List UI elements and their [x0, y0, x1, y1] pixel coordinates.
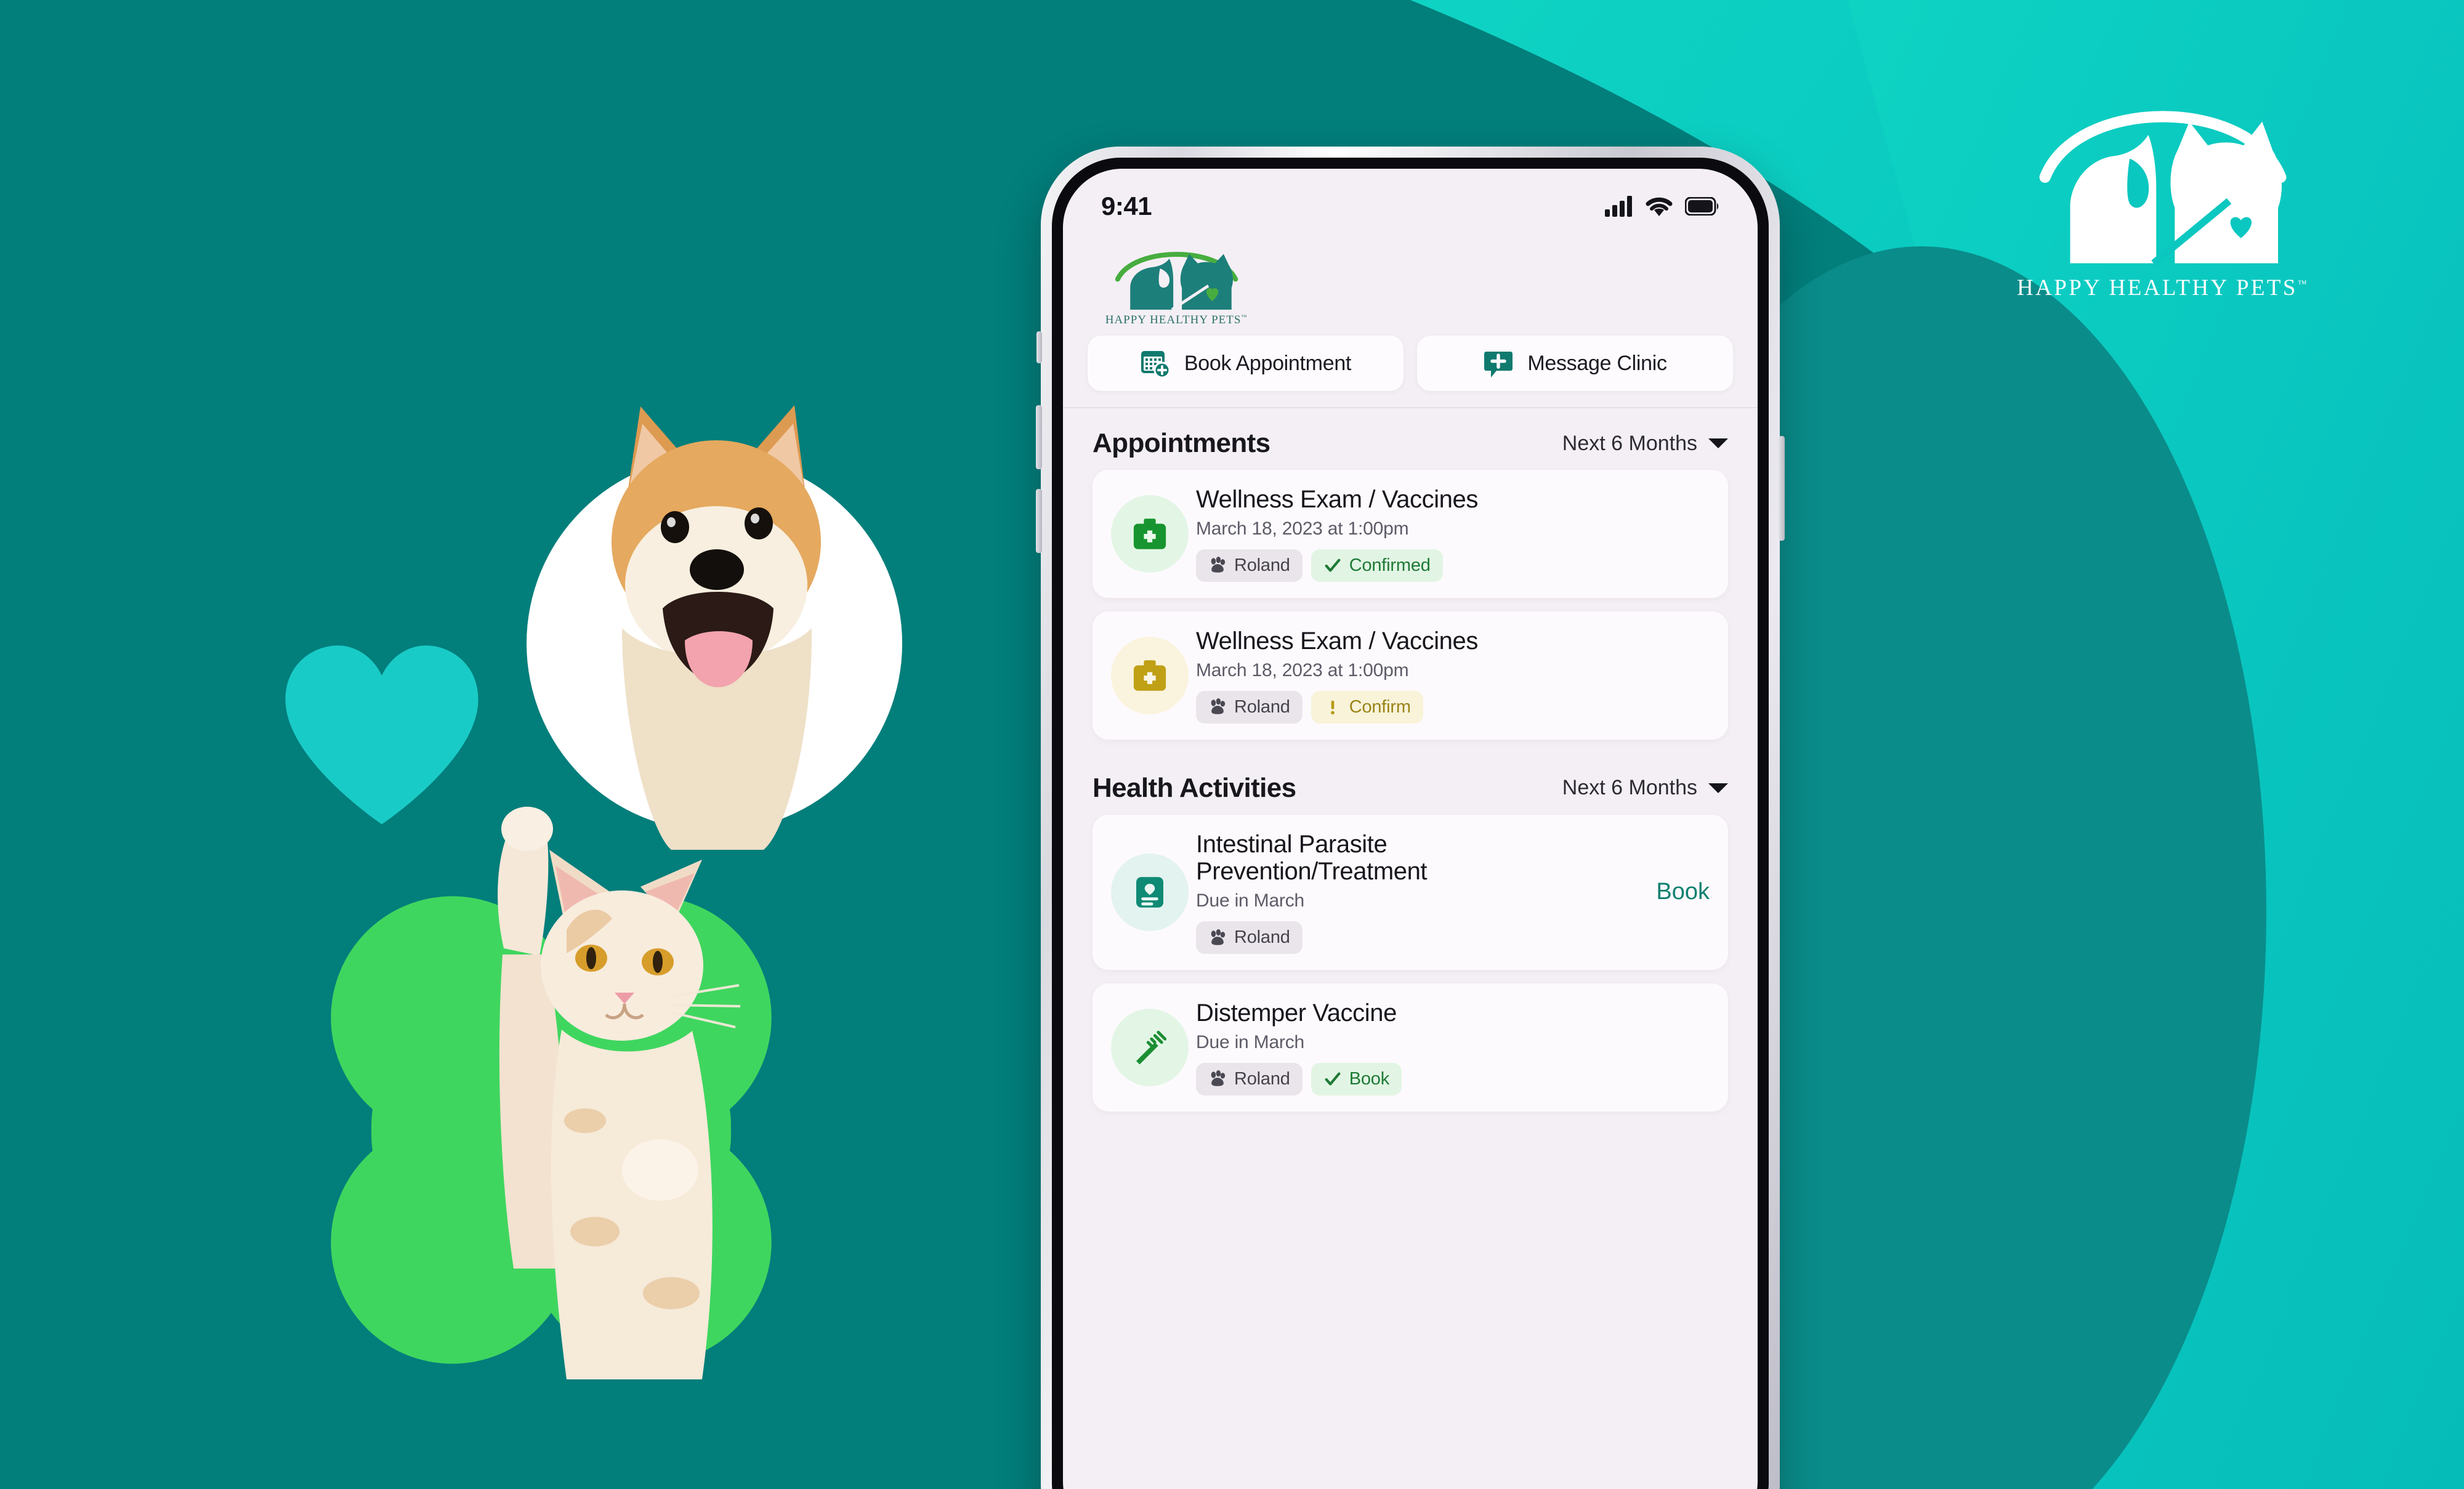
pet-chip-label: Roland	[1234, 696, 1290, 717]
message-clinic-label: Message Clinic	[1527, 351, 1667, 375]
appointment-card[interactable]: Wellness Exam / Vaccines March 18, 2023 …	[1093, 611, 1728, 740]
cat-photo	[498, 807, 741, 1379]
appointments-filter-dropdown[interactable]: Next 6 Months	[1562, 432, 1728, 456]
health-activity-chips: Roland Book	[1196, 1062, 1710, 1096]
cellular-signal-icon	[1605, 196, 1632, 217]
paw-icon	[1211, 929, 1226, 945]
health-activity-card[interactable]: Intestinal Parasite Prevention/Treatment…	[1093, 814, 1728, 970]
status-chip[interactable]: Book	[1311, 1062, 1402, 1096]
pet-chip[interactable]: Roland	[1196, 690, 1303, 724]
message-clinic-button[interactable]: Message Clinic	[1417, 336, 1733, 391]
appointment-datetime: March 18, 2023 at 1:00pm	[1196, 660, 1409, 680]
phone-screen: 9:41 HAPPY HEALTHY PETS™ Book Appointmen…	[1063, 169, 1758, 1489]
pet-chip[interactable]: Roland	[1196, 921, 1303, 954]
health-activity-chips: Roland	[1196, 921, 1645, 954]
health-activities-filter-dropdown[interactable]: Next 6 Months	[1562, 776, 1728, 800]
message-plus-icon	[1484, 352, 1513, 377]
health-activity-title: Distemper Vaccine	[1196, 999, 1397, 1027]
medical-kit-icon	[1133, 660, 1166, 691]
book-appointment-label: Book Appointment	[1184, 351, 1352, 375]
battery-icon	[1685, 197, 1719, 216]
status-bar: 9:41	[1063, 169, 1758, 228]
phone-mute-switch[interactable]	[1036, 331, 1042, 363]
appointment-icon-wrap	[1111, 636, 1189, 714]
phone-top-antenna	[1399, 148, 1421, 155]
health-activity-icon-wrap	[1111, 853, 1189, 931]
status-chip-label: Confirm	[1349, 696, 1411, 717]
pet-chip[interactable]: Roland	[1196, 549, 1303, 582]
health-activities-filter-label: Next 6 Months	[1562, 776, 1697, 800]
pet-chip-label: Roland	[1234, 555, 1290, 575]
health-activity-title: Intestinal Parasite Prevention/Treatment	[1196, 830, 1428, 886]
appointment-datetime: March 18, 2023 at 1:00pm	[1196, 518, 1409, 539]
app-logo-icon	[1115, 252, 1238, 311]
dog-photo	[527, 405, 902, 850]
paw-icon	[1211, 698, 1226, 714]
status-icons	[1605, 196, 1719, 217]
health-activity-body: Intestinal Parasite Prevention/Treatment…	[1189, 831, 1645, 954]
chevron-down-icon	[1708, 438, 1728, 448]
pet-chip[interactable]: Roland	[1196, 1062, 1303, 1096]
health-activity-due: Due in March	[1196, 890, 1305, 911]
appointment-card[interactable]: Wellness Exam / Vaccines March 18, 2023 …	[1093, 470, 1728, 598]
health-activities-title: Health Activities	[1093, 772, 1296, 803]
appointment-body: Wellness Exam / Vaccines March 18, 2023 …	[1189, 486, 1710, 582]
appointment-title: Wellness Exam / Vaccines	[1196, 627, 1478, 655]
quick-actions-row: Book Appointment Message Clinic	[1063, 327, 1758, 407]
dog-cat-arc-heart-logo-icon	[2039, 111, 2287, 267]
paw-icon	[1211, 1070, 1226, 1087]
appointment-title: Wellness Exam / Vaccines	[1196, 486, 1478, 513]
calendar-plus-icon	[1141, 351, 1171, 379]
health-activity-card[interactable]: Distemper Vaccine Due in March Roland Bo…	[1093, 983, 1728, 1112]
health-activity-due: Due in March	[1196, 1031, 1305, 1052]
wifi-icon	[1646, 197, 1673, 216]
phone-volume-up-button[interactable]	[1036, 405, 1042, 469]
health-record-icon	[1136, 877, 1163, 908]
section-header-appointments: Appointments Next 6 Months	[1063, 408, 1758, 470]
app-logo-wordmark: HAPPY HEALTHY PETS™	[1096, 313, 1256, 327]
appointment-body: Wellness Exam / Vaccines March 18, 2023 …	[1189, 627, 1710, 724]
status-chip-label: Book	[1349, 1068, 1390, 1089]
status-chip[interactable]: Confirmed	[1311, 549, 1443, 582]
phone-volume-down-button[interactable]	[1036, 489, 1042, 553]
book-appointment-button[interactable]: Book Appointment	[1088, 336, 1404, 391]
book-link[interactable]: Book	[1645, 879, 1710, 905]
paw-icon	[1211, 557, 1226, 573]
phone-power-button[interactable]	[1779, 436, 1785, 541]
exclamation-icon	[1330, 700, 1335, 715]
medical-kit-icon	[1133, 519, 1166, 549]
section-header-health-activities: Health Activities Next 6 Months	[1063, 753, 1758, 815]
brand-wordmark: HAPPY HEALTHY PETS™	[1990, 275, 2335, 301]
appointment-chips: Roland Confirm	[1196, 690, 1710, 724]
appointment-chips: Roland Confirmed	[1196, 549, 1710, 582]
app-header: HAPPY HEALTHY PETS™	[1063, 228, 1758, 327]
chevron-down-icon	[1708, 783, 1728, 793]
status-chip-label: Confirmed	[1349, 555, 1431, 575]
syringe-icon	[1136, 1030, 1167, 1065]
pet-chip-label: Roland	[1234, 927, 1290, 948]
appointment-icon-wrap	[1111, 494, 1189, 573]
app-logo-tm: ™	[1241, 313, 1248, 320]
phone-mockup: 9:41 HAPPY HEALTHY PETS™ Book Appointmen…	[1036, 147, 1785, 1489]
health-activity-icon-wrap	[1111, 1009, 1189, 1087]
status-chip[interactable]: Confirm	[1311, 690, 1423, 724]
health-activity-body: Distemper Vaccine Due in March Roland Bo…	[1189, 999, 1710, 1096]
brand-logo: HAPPY HEALTHY PETS™	[1990, 69, 2335, 334]
check-icon	[1325, 1072, 1341, 1086]
brand-name-text: HAPPY HEALTHY PETS	[2016, 275, 2298, 301]
pet-chip-label: Roland	[1234, 1068, 1290, 1089]
status-time: 9:41	[1101, 192, 1152, 220]
app-logo-wordmark-text: HAPPY HEALTHY PETS	[1105, 313, 1242, 326]
appointments-title: Appointments	[1093, 428, 1270, 458]
check-icon	[1325, 559, 1341, 572]
brand-tm: ™	[2297, 279, 2309, 289]
appointments-filter-label: Next 6 Months	[1562, 431, 1697, 455]
app-logo: HAPPY HEALTHY PETS™	[1096, 239, 1256, 327]
